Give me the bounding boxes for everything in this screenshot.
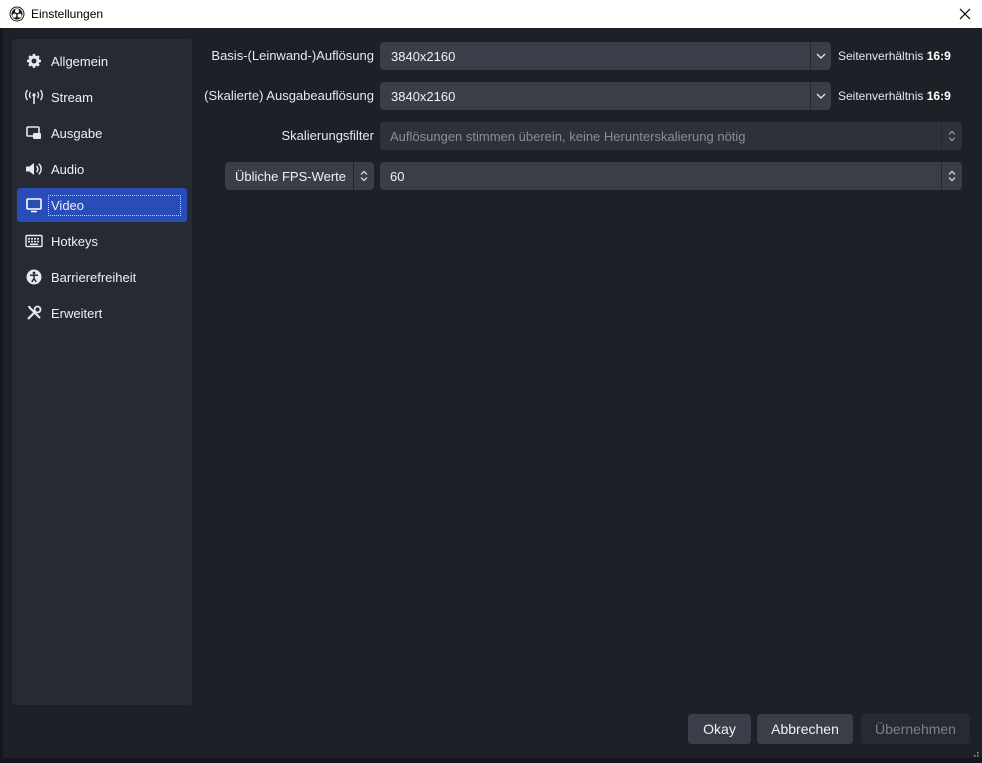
obs-logo-icon — [9, 6, 25, 22]
output-resolution-label: (Skalierte) Ausgabeauflösung — [204, 88, 374, 103]
window-title: Einstellungen — [31, 7, 104, 21]
apply-button[interactable]: Übernehmen — [861, 714, 970, 744]
sidebar-item-label: Ausgabe — [51, 125, 103, 141]
sidebar-item-label: Erweitert — [51, 305, 103, 321]
aspect-prefix: Seitenverhältnis — [838, 49, 924, 63]
gear-icon — [25, 52, 43, 70]
sidebar-item-audio[interactable]: Audio — [17, 152, 187, 186]
output-icon — [25, 124, 43, 142]
close-button[interactable] — [948, 0, 982, 28]
broadcast-icon — [25, 88, 43, 106]
sidebar-item-barrierefreiheit[interactable]: Barrierefreiheit — [17, 260, 187, 294]
fps-value: 60 — [390, 168, 405, 184]
fps-type-value: Übliche FPS-Werte — [235, 168, 347, 184]
sidebar-item-label: Hotkeys — [51, 233, 98, 249]
scale-filter-combo: Auflösungen stimmen überein, keine Herun… — [380, 122, 962, 150]
sidebar-item-allgemein[interactable]: Allgemein — [17, 44, 187, 78]
chevron-down-icon[interactable] — [810, 42, 831, 70]
sidebar-item-erweitert[interactable]: Erweitert — [17, 296, 187, 330]
sidebar-item-label: Allgemein — [51, 53, 109, 69]
settings-sidebar: Allgemein Stream Ausgabe Audio Video Hot… — [12, 39, 192, 705]
sidebar-item-label: Barrierefreiheit — [51, 269, 137, 285]
keyboard-icon — [25, 232, 43, 250]
output-resolution-value: 3840x2160 — [391, 88, 456, 104]
base-resolution-value: 3840x2160 — [391, 48, 456, 64]
speaker-icon — [25, 160, 43, 178]
title-bar: Einstellungen — [0, 0, 982, 28]
updown-arrows-icon — [941, 122, 962, 150]
okay-button[interactable]: Okay — [688, 714, 751, 744]
fps-type-combo[interactable]: Übliche FPS-Werte — [225, 162, 374, 190]
sidebar-item-label: Stream — [51, 89, 93, 105]
sidebar-item-stream[interactable]: Stream — [17, 80, 187, 114]
sidebar-item-ausgabe[interactable]: Ausgabe — [17, 116, 187, 150]
base-resolution-combo[interactable]: 3840x2160 — [380, 42, 831, 70]
scale-filter-label: Skalierungsfilter — [281, 128, 375, 143]
settings-content: Allgemein Stream Ausgabe Audio Video Hot… — [0, 28, 982, 763]
monitor-icon — [25, 196, 43, 214]
updown-arrows-icon[interactable] — [353, 162, 374, 190]
sidebar-item-hotkeys[interactable]: Hotkeys — [17, 224, 187, 258]
background-window-strip — [0, 758, 982, 763]
fps-value-combo[interactable]: 60 — [380, 162, 962, 190]
tools-icon — [25, 304, 43, 322]
sidebar-item-video[interactable]: Video — [17, 188, 187, 222]
base-resolution-label: Basis-(Leinwand-)Auflösung — [211, 48, 374, 63]
sidebar-item-label: Audio — [51, 161, 85, 177]
close-icon — [959, 8, 971, 20]
window-edge — [0, 28, 3, 763]
base-aspect-ratio: Seitenverhältnis 16:9 — [838, 49, 951, 63]
aspect-value: 16:9 — [926, 89, 951, 103]
aspect-prefix: Seitenverhältnis — [838, 89, 924, 103]
cancel-button[interactable]: Abbrechen — [757, 714, 853, 744]
output-resolution-combo[interactable]: 3840x2160 — [380, 82, 831, 110]
updown-arrows-icon[interactable] — [941, 162, 962, 190]
accessibility-icon — [25, 268, 43, 286]
sidebar-item-label: Video — [48, 194, 182, 216]
aspect-value: 16:9 — [926, 49, 951, 63]
output-aspect-ratio: Seitenverhältnis 16:9 — [838, 89, 951, 103]
scale-filter-value: Auflösungen stimmen überein, keine Herun… — [390, 128, 746, 144]
chevron-down-icon[interactable] — [810, 82, 831, 110]
